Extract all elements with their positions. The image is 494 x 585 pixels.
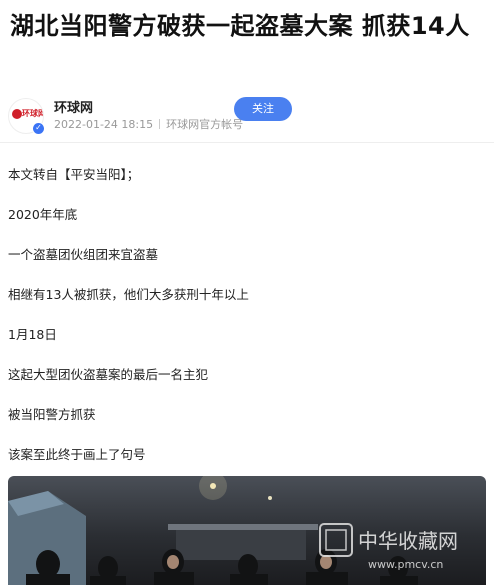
verified-badge-icon: ✓ [32, 122, 45, 135]
watermark-text: 中华收藏网 [358, 529, 458, 553]
author-row: 环球网 ✓ 环球网 2022-01-24 18:15 环球网官方帐号 关注 [8, 96, 486, 135]
photo-scene: 中华收藏网 www.pmcv.cn [8, 476, 458, 585]
article-photo[interactable]: 中华收藏网 www.pmcv.cn [8, 476, 486, 585]
meta-divider [159, 119, 161, 129]
author-tag: 环球网官方帐号 [166, 118, 244, 131]
follow-button[interactable]: 关注 [234, 97, 292, 121]
author-name[interactable]: 环球网 [54, 97, 93, 116]
paragraph: 2020年年底 [8, 207, 78, 222]
avatar-logo-text: 环球网 [22, 109, 44, 118]
huanqiu-logo-icon [12, 109, 22, 119]
post-meta: 2022-01-24 18:15 环球网官方帐号 [54, 116, 243, 132]
paragraph: 1月18日 [8, 327, 57, 342]
paragraph: 该案至此终于画上了句号 [8, 447, 146, 462]
article-title: 湖北当阳警方破获一起盗墓大案 抓获14人 [10, 12, 470, 40]
post-date: 2022-01-24 18:15 [54, 118, 154, 131]
paragraph: 一个盗墓团伙组团来宜盗墓 [8, 247, 159, 262]
paragraph: 本文转自【平安当阳】； [8, 167, 140, 182]
paragraph: 相继有13人被抓获，他们大多获刑十年以上 [8, 287, 249, 302]
paragraph: 这起大型团伙盗墓案的最后一名主犯 [8, 367, 209, 382]
paragraph: 被当阳警方抓获 [8, 407, 96, 422]
watermark-url: www.pmcv.cn [368, 558, 443, 571]
header-divider [0, 142, 494, 143]
